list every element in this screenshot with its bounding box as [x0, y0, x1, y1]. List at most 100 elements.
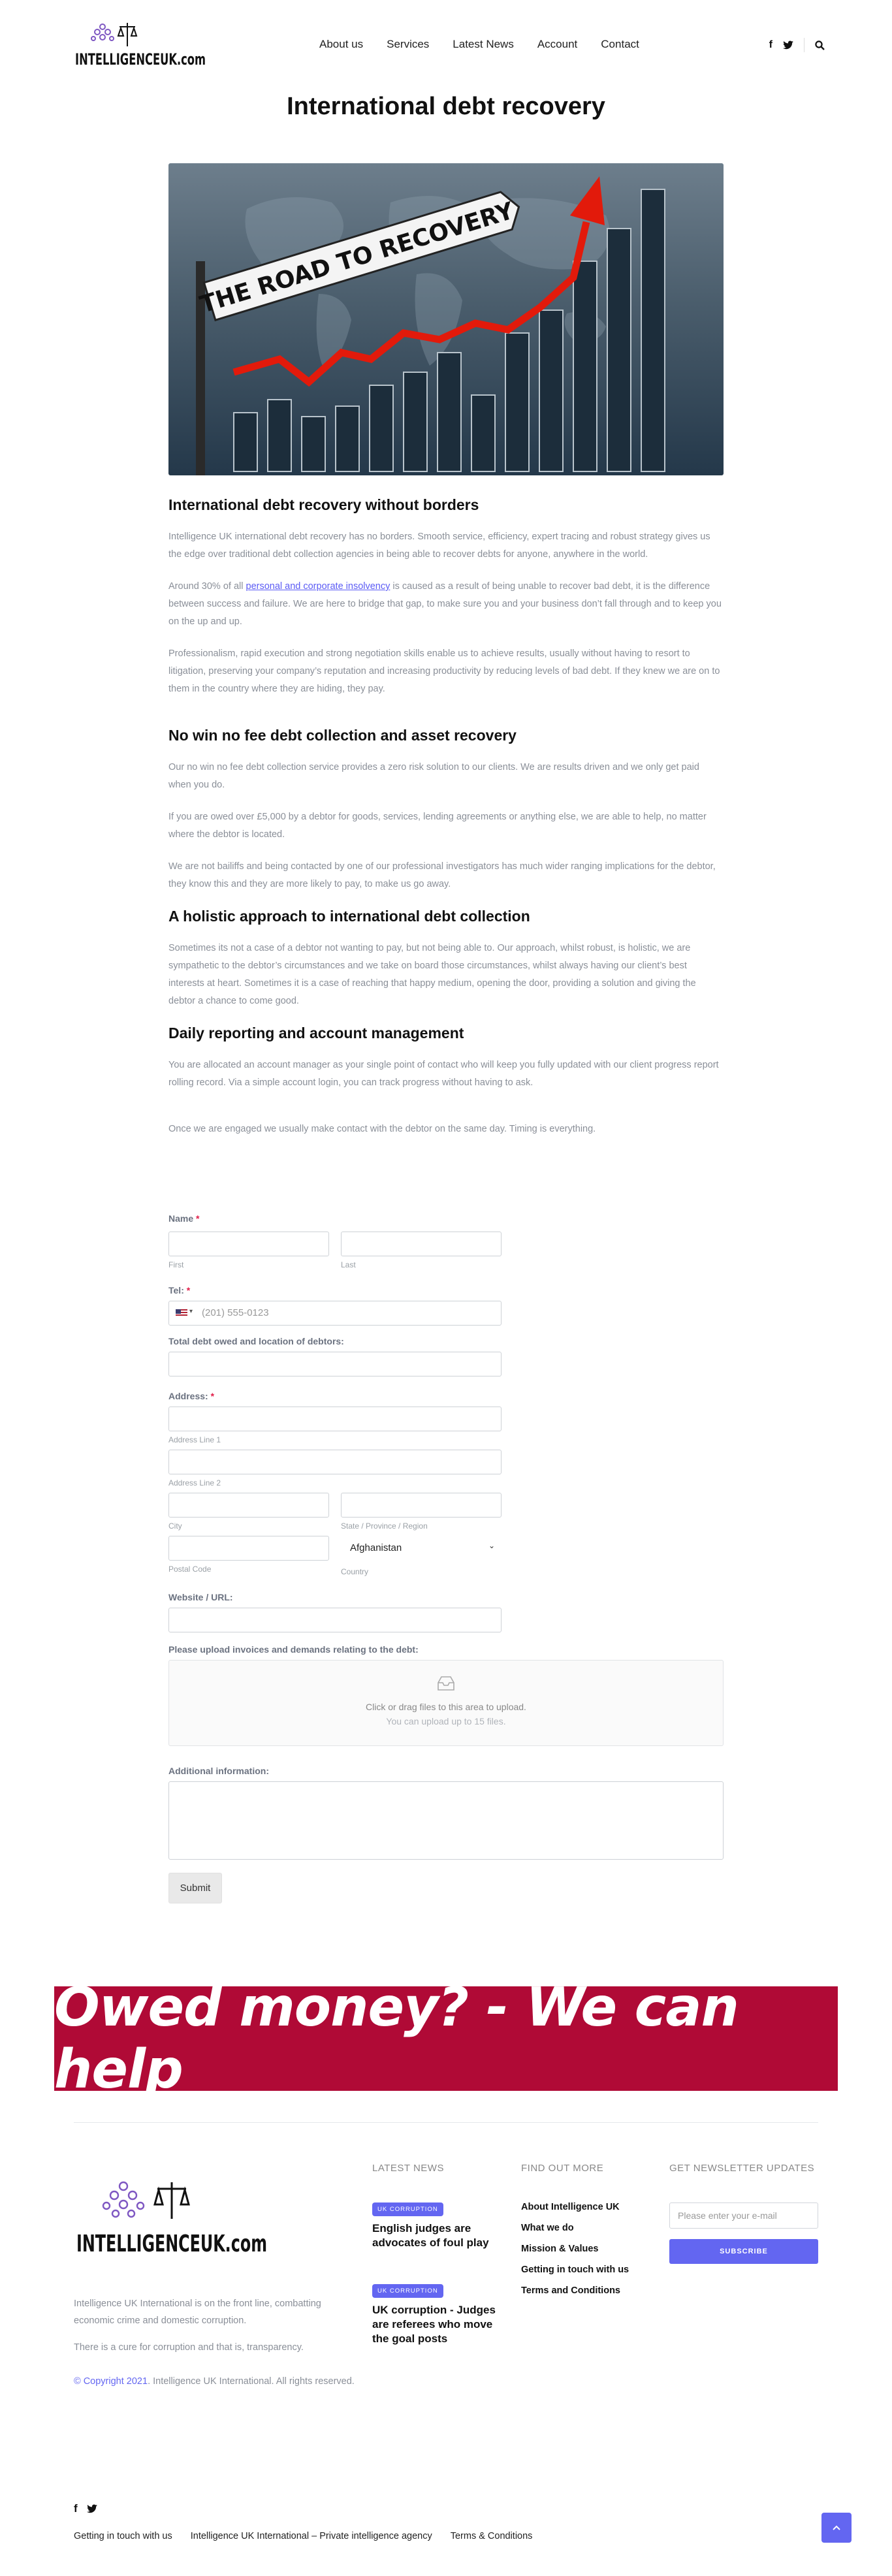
header-social: f — [769, 38, 825, 52]
nav-account[interactable]: Account — [537, 38, 577, 51]
nav-latest-news[interactable]: Latest News — [453, 38, 514, 51]
latest-news-heading: LATEST NEWS — [372, 2163, 444, 2174]
section-paragraph: Once we are engaged we usually make cont… — [168, 1124, 596, 1134]
facebook-icon[interactable]: f — [74, 2502, 78, 2515]
logo-text: INTELLIGENCEUK.com — [75, 50, 206, 69]
main-nav: About us Services Latest News Account Co… — [319, 38, 639, 51]
section-heading: International debt recovery without bord… — [168, 496, 479, 513]
nav-services[interactable]: Services — [387, 38, 429, 51]
section-heading: A holistic approach to international deb… — [168, 908, 530, 925]
footer-link-what-we-do[interactable]: What we do — [521, 2223, 629, 2233]
news-item-title[interactable]: English judges are advocates of foul pla… — [372, 2221, 503, 2250]
twitter-icon[interactable] — [783, 40, 793, 50]
owed-money-banner[interactable]: Owed money? - We can help — [54, 1977, 838, 2101]
subscribe-button[interactable]: SUBSCRIBE — [669, 2239, 818, 2264]
article-content: International debt recovery without bord… — [168, 496, 724, 1153]
section-paragraph: We are not bailiffs and being contacted … — [168, 861, 716, 889]
footer-link-contact[interactable]: Getting in touch with us — [521, 2265, 629, 2275]
website-input[interactable] — [168, 1608, 502, 1632]
tel-input[interactable]: ▾ (201) 555-0123 — [168, 1301, 502, 1326]
city-sublabel: City — [168, 1521, 182, 1531]
section-paragraph: Intelligence UK international debt recov… — [168, 532, 710, 560]
address-line2-sublabel: Address Line 2 — [168, 1478, 221, 1487]
footer-about: Intelligence UK International is on the … — [74, 2298, 321, 2326]
section-heading: Daily reporting and account management — [168, 1025, 464, 1042]
city-input[interactable] — [168, 1493, 329, 1518]
state-input[interactable] — [341, 1493, 502, 1518]
additional-info-textarea[interactable] — [168, 1781, 724, 1860]
debt-input[interactable] — [168, 1352, 502, 1376]
address-line1-input[interactable] — [168, 1407, 502, 1431]
file-upload-dropzone[interactable]: Click or drag files to this area to uplo… — [168, 1660, 724, 1746]
upload-instruction: Click or drag files to this area to uplo… — [366, 1702, 526, 1712]
bottom-link-contact[interactable]: Getting in touch with us — [74, 2531, 172, 2541]
first-name-sublabel: First — [168, 1260, 184, 1269]
submit-button[interactable]: Submit — [168, 1873, 222, 1903]
nav-contact[interactable]: Contact — [601, 38, 639, 51]
footer-logo-text: INTELLIGENCEUK.com — [76, 2231, 267, 2257]
newsletter-heading: GET NEWSLETTER UPDATES — [669, 2163, 815, 2174]
search-icon[interactable] — [815, 40, 825, 50]
hero-sign-text: THE ROAD TO RECOVERY — [197, 197, 518, 319]
section-paragraph: You are allocated an account manager as … — [168, 1060, 719, 1088]
address-label: Address: * — [168, 1391, 215, 1401]
upload-label: Please upload invoices and demands relat… — [168, 1644, 419, 1655]
state-sublabel: State / Province / Region — [341, 1521, 428, 1531]
insolvency-link[interactable]: personal and corporate insolvency — [246, 581, 390, 592]
section-paragraph: Our no win no fee debt collection servic… — [168, 762, 699, 790]
site-logo[interactable]: INTELLIGENCEUK.com — [74, 18, 208, 72]
road-to-recovery-illustration: THE ROAD TO RECOVERY — [196, 176, 665, 475]
hero-image: THE ROAD TO RECOVERY — [168, 163, 724, 475]
section-paragraph: If you are owed over £5,000 by a debtor … — [168, 812, 707, 840]
section-without-borders: International debt recovery without bord… — [168, 496, 724, 698]
chevron-up-icon — [833, 2525, 840, 2530]
news-item-title[interactable]: UK corruption - Judges are referees who … — [372, 2303, 503, 2346]
scroll-to-top-button[interactable] — [821, 2513, 852, 2543]
chevron-down-icon: ▾ — [189, 1308, 193, 1315]
section-no-win-no-fee: No win no fee debt collection and asset … — [168, 727, 724, 893]
page-title: International debt recovery — [287, 93, 605, 120]
us-flag-icon[interactable] — [176, 1309, 187, 1317]
section-holistic: A holistic approach to international deb… — [168, 908, 724, 1010]
footer-link-terms[interactable]: Terms and Conditions — [521, 2285, 629, 2296]
postal-code-input[interactable] — [168, 1536, 329, 1561]
section-paragraph: Sometimes its not a case of a debtor not… — [168, 943, 696, 1006]
country-value: Afghanistan — [350, 1542, 402, 1553]
tel-label: Tel: * — [168, 1285, 191, 1296]
bottom-link-terms[interactable]: Terms & Conditions — [451, 2531, 533, 2541]
country-sublabel: Country — [341, 1567, 369, 1576]
footer-bottom-links: Getting in touch with us Intelligence UK… — [74, 2531, 532, 2541]
footer-social: f — [74, 2502, 97, 2515]
footer-copyright: © Copyright 2021. Intelligence UK Intern… — [74, 2376, 355, 2387]
postal-code-sublabel: Postal Code — [168, 1565, 212, 1574]
category-badge[interactable]: UK CORRUPTION — [372, 2284, 443, 2298]
country-select[interactable]: Afghanistan ⌄ — [341, 1536, 502, 1561]
debt-recovery-form: Name * First Last Tel: * ▾ (201) 555-012… — [168, 1213, 724, 1925]
bottom-link-home[interactable]: Intelligence UK International – Private … — [191, 2531, 432, 2541]
footer-logo[interactable]: INTELLIGENCEUK.com — [74, 2174, 270, 2259]
footer-link-about[interactable]: About Intelligence UK — [521, 2202, 629, 2212]
footer-divider — [74, 2122, 818, 2123]
newsletter-email-input[interactable]: Please enter your e-mail — [669, 2202, 818, 2229]
twitter-icon[interactable] — [86, 2504, 97, 2513]
footer-link-mission[interactable]: Mission & Values — [521, 2244, 629, 2254]
debt-label: Total debt owed and location of debtors: — [168, 1336, 344, 1346]
section-reporting: Daily reporting and account management Y… — [168, 1025, 724, 1138]
category-badge[interactable]: UK CORRUPTION — [372, 2202, 443, 2216]
address-line1-sublabel: Address Line 1 — [168, 1435, 221, 1444]
section-paragraph: Around 30% of all personal and corporate… — [168, 581, 722, 627]
banner-text: Owed money? - We can help — [54, 1977, 739, 2101]
footer-links: About Intelligence UK What we do Mission… — [521, 2202, 629, 2306]
upload-tray-icon — [438, 1676, 454, 1691]
site-header: INTELLIGENCEUK.com About us Services Lat… — [0, 0, 892, 91]
footer-tagline: There is a cure for corruption and that … — [74, 2342, 304, 2353]
last-name-input[interactable] — [341, 1232, 502, 1256]
last-name-sublabel: Last — [341, 1260, 356, 1269]
first-name-input[interactable] — [168, 1232, 329, 1256]
copyright-link[interactable]: © Copyright 2021 — [74, 2376, 148, 2387]
facebook-icon[interactable]: f — [769, 39, 773, 51]
additional-info-label: Additional information: — [168, 1766, 269, 1776]
nav-about[interactable]: About us — [319, 38, 363, 51]
upload-limit: You can upload up to 15 files. — [386, 1716, 506, 1726]
address-line2-input[interactable] — [168, 1450, 502, 1474]
